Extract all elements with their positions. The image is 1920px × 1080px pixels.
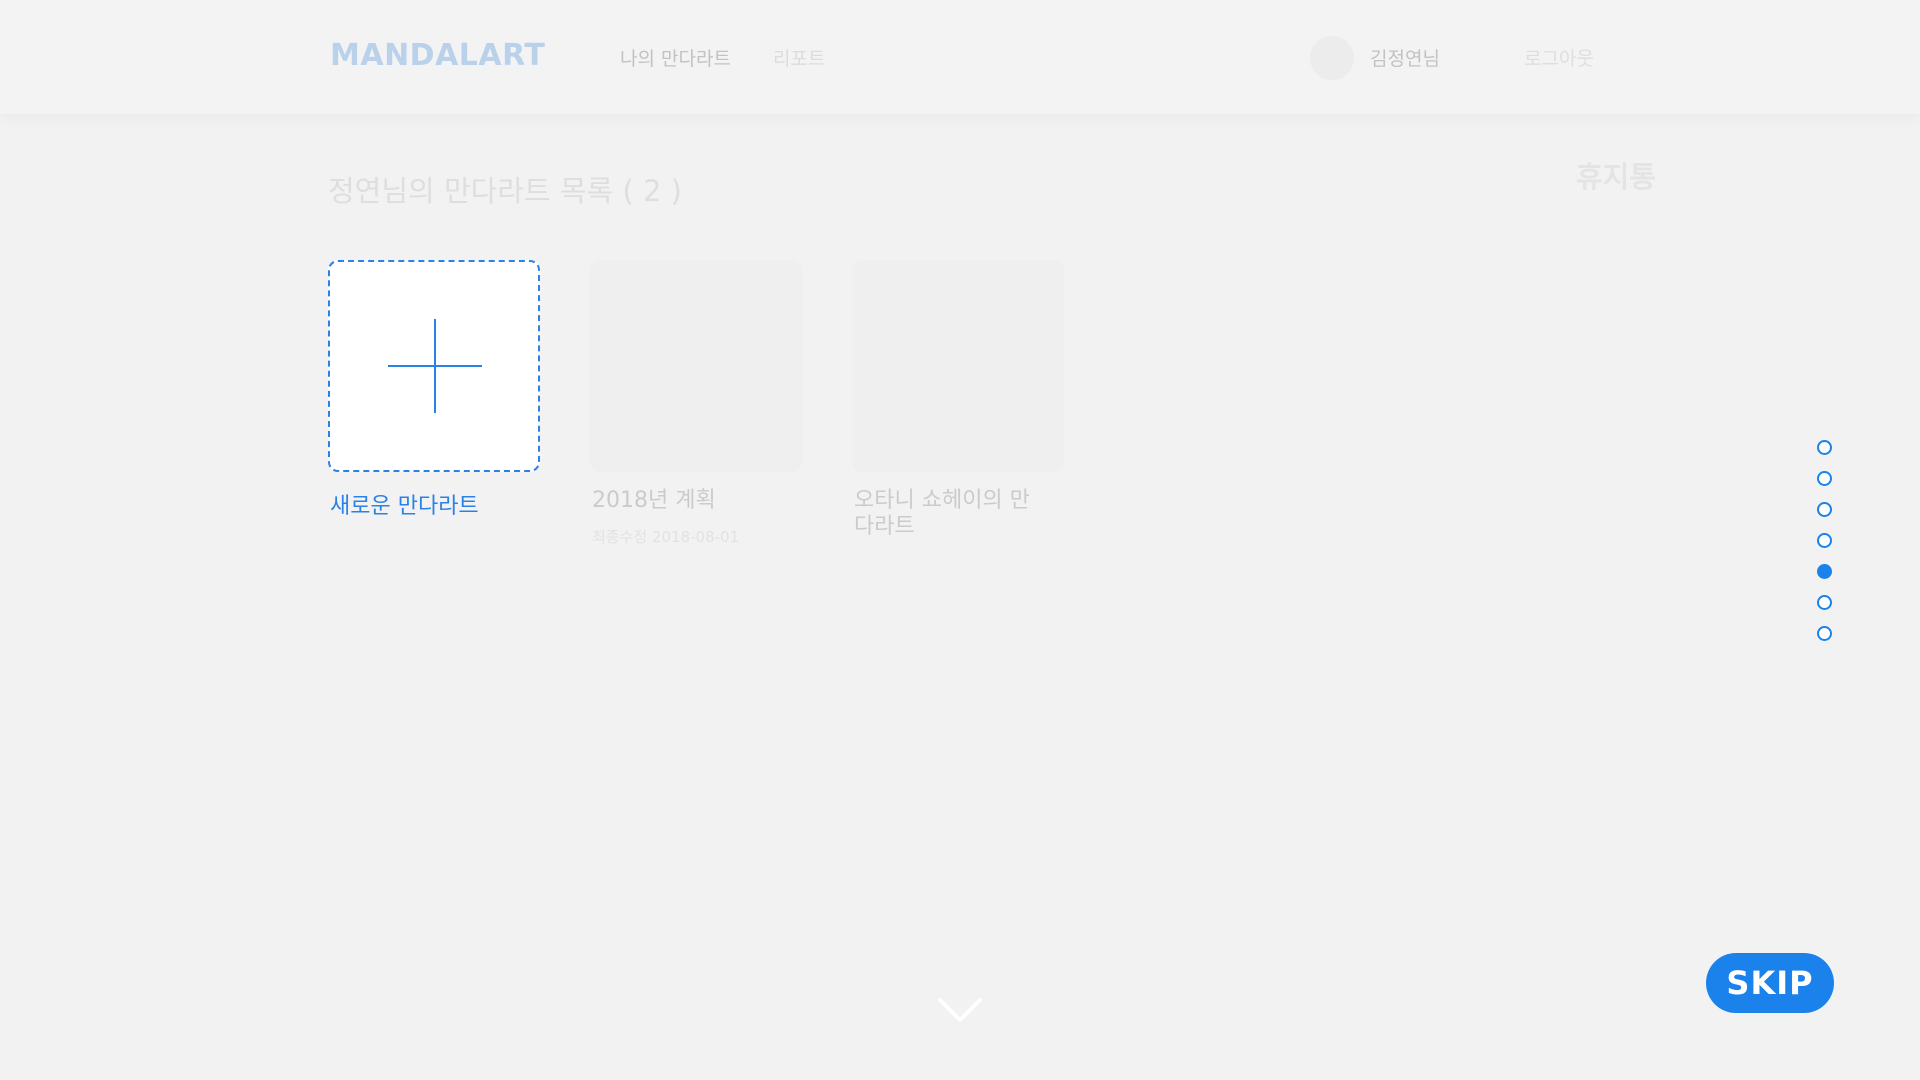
- mandalart-card-title[interactable]: 오타니 쇼헤이의 만다라트: [854, 488, 1044, 540]
- page-dot[interactable]: [1817, 533, 1832, 548]
- chevron-down-icon[interactable]: [936, 996, 984, 1026]
- logout-link[interactable]: 로그아웃: [1524, 44, 1594, 71]
- mandalart-card-date: 최종수정 2018-08-01: [592, 528, 740, 546]
- page-dot[interactable]: [1817, 626, 1832, 641]
- user-name[interactable]: 김정연님: [1370, 44, 1440, 71]
- top-header: MANDALART 나의 만다라트 리포트 김정연님 로그아웃: [0, 0, 1920, 114]
- page-dot[interactable]: [1817, 595, 1832, 610]
- page-dot[interactable]: [1817, 440, 1832, 455]
- mandalart-card-thumbnail[interactable]: [590, 260, 802, 472]
- page-title: 정연님의 만다라트 목록 ( 2 ): [328, 174, 682, 208]
- new-mandalart-label[interactable]: 새로운 만다라트: [330, 488, 479, 520]
- new-mandalart-card[interactable]: [328, 260, 540, 472]
- mandalart-card-title[interactable]: 2018년 계획: [592, 488, 716, 514]
- mandalart-card-thumbnail[interactable]: [852, 260, 1064, 472]
- page-dot[interactable]: [1817, 471, 1832, 486]
- plus-icon-horizontal: [388, 365, 482, 367]
- skip-button[interactable]: SKIP: [1706, 953, 1834, 1013]
- page-dot-active[interactable]: [1817, 564, 1832, 579]
- nav-my-mandalart[interactable]: 나의 만다라트: [620, 44, 731, 71]
- trash-link[interactable]: 휴지통: [1576, 154, 1656, 196]
- nav-report[interactable]: 리포트: [773, 44, 825, 71]
- page-dot[interactable]: [1817, 502, 1832, 517]
- page-indicator: [1817, 440, 1833, 657]
- logo[interactable]: MANDALART: [330, 38, 545, 73]
- avatar[interactable]: [1310, 36, 1354, 80]
